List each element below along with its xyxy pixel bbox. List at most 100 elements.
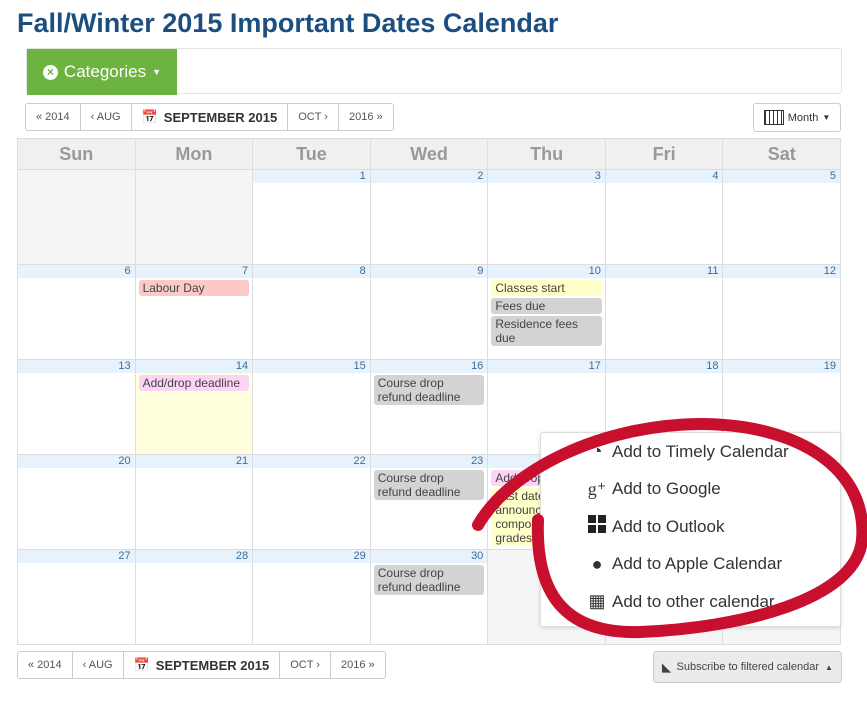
calendar-event[interactable]: Labour Day bbox=[138, 280, 250, 296]
calendar-icon: 📅 bbox=[133, 657, 150, 672]
day-number[interactable]: 5 bbox=[723, 170, 841, 183]
day-cell[interactable]: 6 bbox=[18, 265, 136, 360]
category-filter-bar: × Categories ▼ bbox=[26, 48, 842, 95]
day-cell[interactable]: 13 bbox=[18, 360, 136, 455]
day-cell[interactable]: 29 bbox=[253, 550, 371, 645]
calendar-event[interactable]: Residence fees due bbox=[491, 316, 602, 346]
day-number[interactable]: 29 bbox=[253, 550, 370, 563]
day-number[interactable]: 12 bbox=[723, 265, 841, 278]
prev-year-button[interactable]: « 2014 bbox=[26, 104, 81, 130]
day-number[interactable]: 19 bbox=[723, 360, 841, 373]
calendar-week: 12345 bbox=[18, 170, 842, 265]
next-month-button[interactable]: OCT › bbox=[288, 104, 339, 130]
day-cell[interactable]: 16 Course drop refund deadline bbox=[370, 360, 489, 455]
add-to-timely-item[interactable]: ◔ Add to Timely Calendar bbox=[541, 433, 840, 471]
day-cell[interactable]: 5 bbox=[723, 170, 842, 265]
weekday-sat: Sat bbox=[723, 139, 842, 170]
day-number[interactable]: 20 bbox=[18, 455, 135, 468]
day-cell[interactable]: 2 bbox=[370, 170, 489, 265]
day-number[interactable]: 9 bbox=[370, 265, 488, 278]
day-cell[interactable]: 9 bbox=[370, 265, 489, 360]
day-number[interactable]: 17 bbox=[488, 360, 605, 373]
day-number[interactable]: 10 bbox=[488, 265, 605, 278]
day-cell[interactable]: 8 bbox=[253, 265, 371, 360]
weekday-mon: Mon bbox=[135, 139, 254, 170]
day-cell[interactable]: 20 bbox=[18, 455, 136, 550]
next-month-button[interactable]: OCT › bbox=[280, 652, 331, 678]
weekday-thu: Thu bbox=[488, 139, 606, 170]
day-number[interactable]: 8 bbox=[253, 265, 370, 278]
month-navigation-bottom: « 2014 ‹ AUG 📅 SEPTEMBER 2015 OCT › 2016 … bbox=[17, 651, 386, 679]
day-cell[interactable]: 15 bbox=[253, 360, 371, 455]
next-year-button[interactable]: 2016 » bbox=[339, 104, 393, 130]
rss-icon: ◣ bbox=[662, 661, 671, 674]
weekday-sun: Sun bbox=[18, 139, 136, 170]
prev-year-button[interactable]: « 2014 bbox=[18, 652, 73, 678]
day-number[interactable]: 11 bbox=[605, 265, 723, 278]
day-number[interactable]: 27 bbox=[18, 550, 135, 563]
day-number[interactable]: 15 bbox=[253, 360, 370, 373]
next-year-button[interactable]: 2016 » bbox=[331, 652, 385, 678]
prev-month-button[interactable]: ‹ AUG bbox=[73, 652, 124, 678]
day-number[interactable]: 16 bbox=[370, 360, 488, 373]
export-calendar-menu: ◔ Add to Timely Calendar g⁺ Add to Google … bbox=[540, 432, 841, 627]
day-number[interactable]: 21 bbox=[135, 455, 253, 468]
day-cell[interactable]: 30 Course drop refund deadline bbox=[370, 550, 489, 645]
current-month-button[interactable]: 📅 SEPTEMBER 2015 bbox=[124, 652, 281, 678]
day-number[interactable]: 14 bbox=[135, 360, 253, 373]
day-number[interactable]: 3 bbox=[488, 170, 605, 183]
day-number[interactable]: 4 bbox=[605, 170, 723, 183]
calendar-event[interactable]: Course drop refund deadline bbox=[373, 375, 485, 405]
day-number[interactable]: 1 bbox=[253, 170, 370, 183]
day-cell[interactable]: 3 bbox=[488, 170, 606, 265]
caret-down-icon: ▼ bbox=[822, 113, 831, 122]
subscribe-button[interactable]: ◣ Subscribe to filtered calendar ▲ bbox=[653, 651, 842, 683]
add-to-apple-item[interactable]: ● Add to Apple Calendar bbox=[541, 546, 840, 584]
categories-button[interactable]: × Categories ▼ bbox=[27, 49, 177, 95]
day-cell[interactable]: 23 Course drop refund deadline bbox=[370, 455, 489, 550]
calendar-event[interactable]: Course drop refund deadline bbox=[373, 470, 485, 500]
day-cell[interactable]: 21 bbox=[135, 455, 254, 550]
day-cell[interactable]: 12 bbox=[723, 265, 842, 360]
calendar-icon: 📅 bbox=[141, 109, 158, 124]
timely-icon: ◔ bbox=[591, 441, 603, 462]
add-to-google-item[interactable]: g⁺ Add to Google bbox=[541, 471, 840, 509]
prev-month-button[interactable]: ‹ AUG bbox=[81, 104, 132, 130]
day-cell[interactable]: 28 bbox=[135, 550, 254, 645]
day-number[interactable]: 2 bbox=[370, 170, 488, 183]
add-to-outlook-item[interactable]: Add to Outlook bbox=[541, 508, 840, 546]
day-cell[interactable] bbox=[135, 170, 254, 265]
day-number[interactable] bbox=[136, 170, 253, 183]
day-number[interactable]: 13 bbox=[18, 360, 135, 373]
day-number[interactable]: 28 bbox=[135, 550, 253, 563]
day-number[interactable]: 6 bbox=[18, 265, 135, 278]
google-plus-icon: g⁺ bbox=[587, 478, 607, 499]
day-number[interactable]: 22 bbox=[253, 455, 370, 468]
calendar-event[interactable]: Add/drop deadline bbox=[138, 375, 250, 391]
day-cell[interactable]: 27 bbox=[18, 550, 136, 645]
day-cell[interactable] bbox=[18, 170, 136, 265]
weekday-fri: Fri bbox=[605, 139, 724, 170]
day-number[interactable]: 23 bbox=[370, 455, 488, 468]
day-cell[interactable]: 22 bbox=[253, 455, 371, 550]
calendar-week: 6 7 Labour Day 8 9 10 Classes start Fees due Res… bbox=[18, 265, 842, 360]
day-cell[interactable]: 4 bbox=[605, 170, 724, 265]
calendar-event[interactable]: Course drop refund deadline bbox=[373, 565, 485, 595]
day-number[interactable]: 30 bbox=[370, 550, 488, 563]
calendar-event[interactable]: Classes start bbox=[491, 280, 602, 296]
day-number[interactable]: 18 bbox=[605, 360, 723, 373]
caret-up-icon: ▲ bbox=[825, 662, 833, 672]
weekday-wed: Wed bbox=[370, 139, 489, 170]
current-month-button[interactable]: 📅 SEPTEMBER 2015 bbox=[132, 104, 289, 130]
day-number[interactable] bbox=[18, 170, 135, 183]
add-to-other-calendar-item[interactable]: ▦ Add to other calendar bbox=[541, 583, 840, 621]
day-cell[interactable]: 11 bbox=[605, 265, 724, 360]
day-cell[interactable]: 7 Labour Day bbox=[135, 265, 254, 360]
day-number[interactable]: 7 bbox=[135, 265, 253, 278]
apple-icon: ● bbox=[591, 553, 603, 574]
day-cell[interactable]: 1 bbox=[253, 170, 371, 265]
calendar-event[interactable]: Fees due bbox=[491, 298, 602, 314]
day-cell[interactable]: 14 Add/drop deadline bbox=[135, 360, 254, 455]
view-selector-button[interactable]: Month ▼ bbox=[753, 103, 841, 132]
day-cell[interactable]: 10 Classes start Fees due Residence fees du… bbox=[488, 265, 606, 360]
